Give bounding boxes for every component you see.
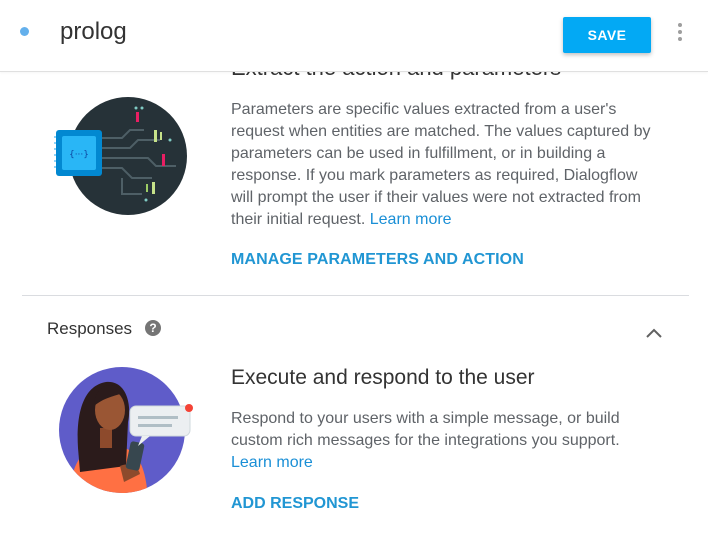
responses-text: Respond to your users with a simple mess… <box>231 410 620 449</box>
user-message-illustration <box>59 367 193 493</box>
learn-more-link[interactable]: Learn more <box>370 211 452 228</box>
status-dot <box>20 27 29 36</box>
manage-parameters-button[interactable]: MANAGE PARAMETERS AND ACTION <box>231 251 524 269</box>
add-response-button[interactable]: ADD RESPONSE <box>231 495 359 513</box>
intent-name[interactable]: prolog <box>60 18 127 46</box>
responses-description: Respond to your users with a simple mess… <box>231 408 651 474</box>
intent-header: prolog SAVE <box>0 0 708 72</box>
circuit-illustration: {···} <box>54 97 187 215</box>
more-vert-icon[interactable] <box>672 20 688 46</box>
chevron-up-icon[interactable] <box>642 322 666 346</box>
responses-label: Responses <box>47 319 133 338</box>
intent-editor: Extract the action and parameters <box>0 0 708 534</box>
help-icon[interactable]: ? <box>145 320 161 336</box>
responses-learn-more-link[interactable]: Learn more <box>231 454 313 471</box>
section-divider <box>22 295 689 296</box>
action-parameters-description: Parameters are specific values extracted… <box>231 99 651 231</box>
chip-label: {···} <box>69 150 89 160</box>
responses-heading: Execute and respond to the user <box>231 366 535 389</box>
save-button[interactable]: SAVE <box>563 17 651 53</box>
action-parameters-text: Parameters are specific values extracted… <box>231 101 651 228</box>
